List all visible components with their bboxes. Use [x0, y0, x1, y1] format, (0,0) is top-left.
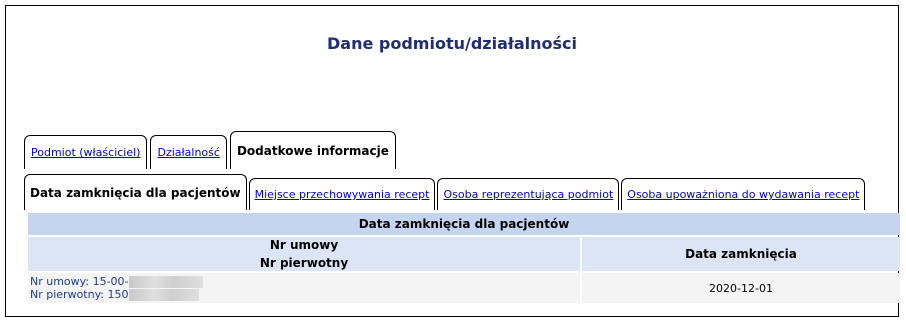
- tab-osoba-upowazniona[interactable]: Osoba upoważniona do wydawania recept: [621, 178, 866, 210]
- tab-podmiot-link[interactable]: Podmiot (właściciel): [31, 146, 140, 159]
- tab-data-zamkniecia[interactable]: Data zamknięcia dla pacjentów: [24, 174, 247, 210]
- header-nr-umowy: Nr umowy: [28, 237, 580, 253]
- tab-data-zamkniecia-label: Data zamknięcia dla pacjentów: [30, 185, 241, 200]
- main-tabs: Podmiot (właściciel) Działalność Dodatko…: [24, 131, 399, 169]
- nr-umowy-label: Nr umowy:: [30, 275, 90, 288]
- data-zamkniecia-cell: 2020-12-01: [582, 273, 900, 303]
- nr-pierwotny-label: Nr pierwotny:: [30, 288, 105, 301]
- tab-dodatkowe-informacje[interactable]: Dodatkowe informacje: [229, 131, 396, 169]
- tab-osoba-reprezentujaca[interactable]: Osoba reprezentująca podmiot: [437, 178, 620, 210]
- nr-pierwotny-value: 150: [107, 288, 129, 301]
- redacted-mask: [128, 276, 203, 288]
- nr-cell: Nr umowy: 15-00- Nr pierwotny: 150: [28, 273, 580, 303]
- tab-miejsce-przechowywania-link[interactable]: Miejsce przechowywania recept: [255, 188, 430, 201]
- table-caption: Data zamknięcia dla pacjentów: [28, 213, 900, 235]
- tab-miejsce-przechowywania[interactable]: Miejsce przechowywania recept: [248, 178, 436, 210]
- header-data-zamkniecia: Data zamknięcia: [582, 237, 900, 271]
- closure-table: Data zamknięcia dla pacjentów Nr umowy N…: [26, 211, 902, 305]
- nr-umowy-value: 15-00-: [92, 275, 129, 288]
- main-frame: Dane podmiotu/działalności Podmiot (właś…: [5, 5, 902, 317]
- tab-dzialalnosc-link[interactable]: Działalność: [157, 146, 219, 159]
- header-nr-cell: Nr umowy Nr pierwotny: [28, 237, 580, 271]
- sub-tabs: Data zamknięcia dla pacjentów Miejsce pr…: [24, 174, 902, 210]
- nr-pierwotny-line: Nr pierwotny: 150: [30, 288, 580, 301]
- redacted-mask: [128, 289, 199, 301]
- table-row: Nr umowy: 15-00- Nr pierwotny: 150 2020-…: [28, 273, 900, 303]
- tab-osoba-reprezentujaca-link[interactable]: Osoba reprezentująca podmiot: [443, 188, 613, 201]
- header-nr-pierwotny: Nr pierwotny: [28, 255, 580, 271]
- page-title: Dane podmiotu/działalności: [327, 34, 577, 53]
- tab-podmiot[interactable]: Podmiot (właściciel): [24, 135, 148, 169]
- nr-umowy-line: Nr umowy: 15-00-: [30, 275, 580, 288]
- tab-dzialalnosc[interactable]: Działalność: [150, 135, 227, 169]
- tab-osoba-upowazniona-link[interactable]: Osoba upoważniona do wydawania recept: [627, 188, 859, 201]
- tab-dodatkowe-informacje-label: Dodatkowe informacje: [236, 143, 389, 158]
